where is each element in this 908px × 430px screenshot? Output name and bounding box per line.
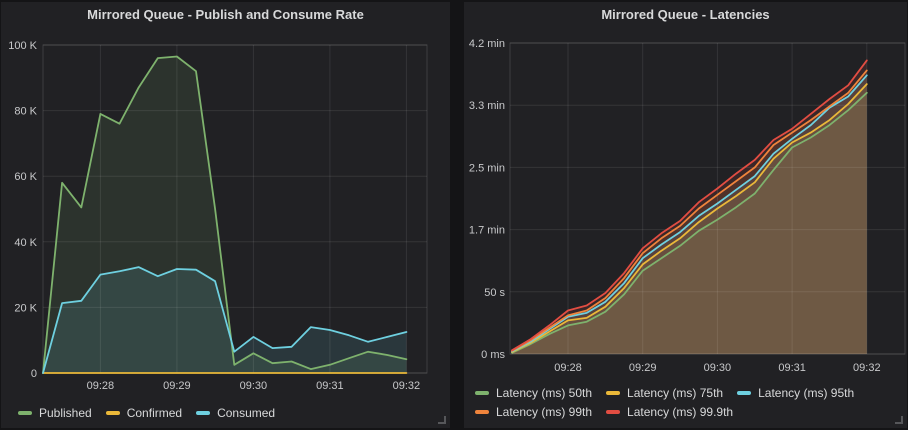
y-axis-label: 0 <box>31 368 37 380</box>
legend-row: Latency (ms) 99th Latency (ms) 99.9th <box>475 402 868 421</box>
y-axis-label: 0 ms <box>481 349 505 361</box>
y-axis-label: 50 s <box>484 287 505 299</box>
x-axis-label: 09:28 <box>554 362 582 374</box>
y-axis-label: 4.2 min <box>469 38 505 50</box>
panel-resize-handle-icon[interactable] <box>895 416 903 424</box>
legend-item-latency-ms-75th[interactable]: Latency (ms) 75th <box>606 384 723 402</box>
legend-item-latency-ms-99.9th[interactable]: Latency (ms) 99.9th <box>606 403 733 421</box>
legend-swatch-icon <box>606 391 620 395</box>
legend-swatch-icon <box>18 411 32 415</box>
legend-label: Latency (ms) 99.9th <box>627 403 733 421</box>
y-axis-label: 20 K <box>14 302 37 314</box>
panel-resize-handle-icon[interactable] <box>438 416 446 424</box>
legend-label: Confirmed <box>127 404 182 422</box>
y-axis-label: 60 K <box>14 171 37 183</box>
legend-label: Latency (ms) 99th <box>496 403 592 421</box>
legend-swatch-icon <box>106 411 120 415</box>
legend-item-latency-ms-99th[interactable]: Latency (ms) 99th <box>475 403 592 421</box>
x-axis-label: 09:30 <box>240 380 268 392</box>
x-axis-label: 09:28 <box>87 380 115 392</box>
x-axis-label: 09:31 <box>316 380 344 392</box>
y-axis-label: 3.3 min <box>469 100 505 112</box>
legend-swatch-icon <box>606 410 620 414</box>
x-axis-label: 09:32 <box>853 362 881 374</box>
legend-swatch-icon <box>475 410 489 414</box>
legend-item-latency-ms-50th[interactable]: Latency (ms) 50th <box>475 384 592 402</box>
y-axis-label: 1.7 min <box>469 225 505 237</box>
x-axis-label: 09:29 <box>163 380 191 392</box>
legend-row: Published Confirmed Consumed <box>18 403 289 422</box>
legend-label: Consumed <box>217 404 275 422</box>
rate-chart-legend: Published Confirmed Consumed <box>18 403 289 422</box>
x-axis-label: 09:31 <box>778 362 806 374</box>
panel-publish-consume-rate: Mirrored Queue - Publish and Consume Rat… <box>1 2 450 428</box>
series-fill <box>512 60 867 354</box>
rate-chart-canvas[interactable]: 100 K 80 K 60 K 40 K 20 K 0 09:28 09:29 09:30 09:… <box>1 2 450 428</box>
legend-item-confirmed[interactable]: Confirmed <box>106 404 182 422</box>
y-axis-label: 80 K <box>14 106 37 118</box>
legend-item-published[interactable]: Published <box>18 404 92 422</box>
legend-label: Latency (ms) 50th <box>496 384 592 402</box>
grafana-dashboard: { "theme": { "page_bg": "#141416", "pane… <box>0 0 908 430</box>
legend-swatch-icon <box>196 411 210 415</box>
legend-row: Latency (ms) 50th Latency (ms) 75th Latenc… <box>475 383 868 402</box>
x-axis-label: 09:32 <box>393 380 421 392</box>
legend-item-consumed[interactable]: Consumed <box>196 404 275 422</box>
panel-latencies: Mirrored Queue - Latencies 4.2 min3.3 mi… <box>464 2 907 428</box>
y-axis-label: 100 K <box>8 40 37 52</box>
legend-label: Latency (ms) 95th <box>758 384 854 402</box>
latency-chart-canvas[interactable]: 4.2 min 3.3 min 2.5 min 1.7 min 50 s 0 ms 09:2… <box>464 2 907 428</box>
y-axis-label: 40 K <box>14 237 37 249</box>
legend-swatch-icon <box>475 391 489 395</box>
legend-item-latency-ms-95th[interactable]: Latency (ms) 95th <box>737 384 854 402</box>
legend-swatch-icon <box>737 391 751 395</box>
latency-chart-legend: Latency (ms) 50thLatency (ms) 75thLatenc… <box>475 383 868 421</box>
legend-label: Latency (ms) 75th <box>627 384 723 402</box>
x-axis-label: 09:30 <box>704 362 732 374</box>
legend-label: Published <box>39 404 92 422</box>
y-axis-label: 2.5 min <box>469 162 505 174</box>
x-axis-label: 09:29 <box>629 362 657 374</box>
